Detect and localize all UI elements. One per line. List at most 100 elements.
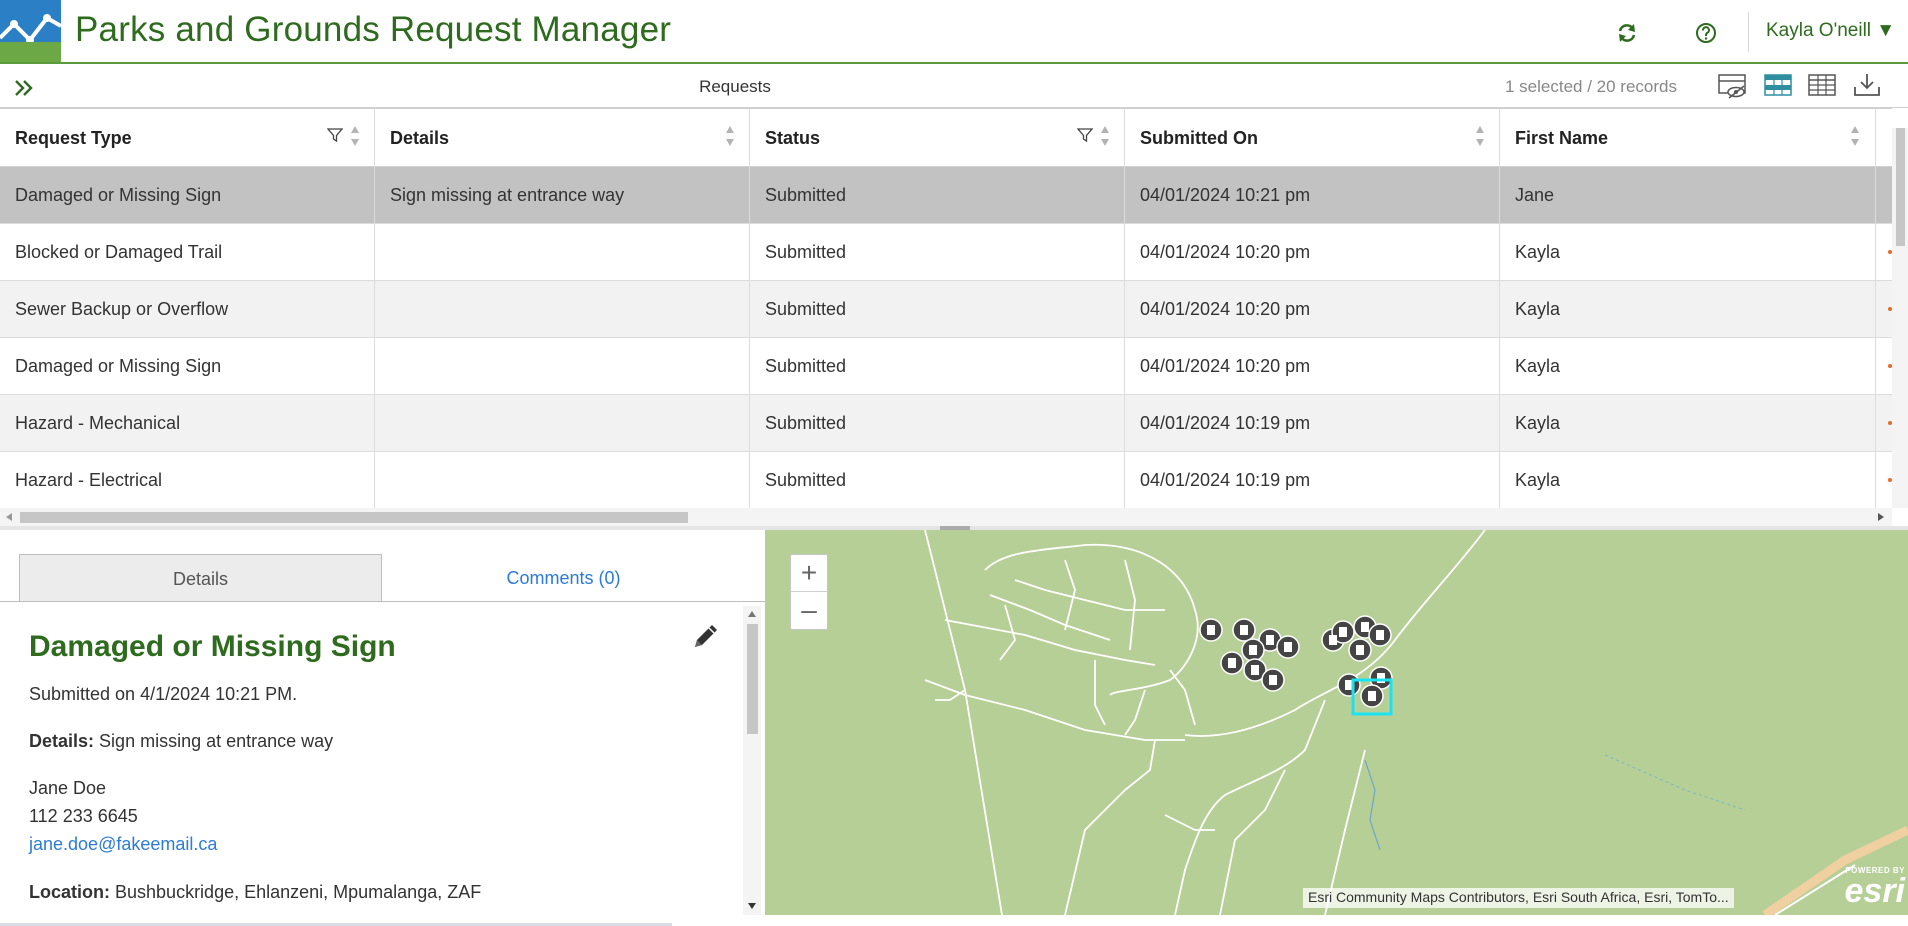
cell-submitted-on: 04/01/2024 10:19 pm (1125, 452, 1500, 508)
zoom-in-button[interactable]: + (791, 555, 827, 592)
column-label: Details (390, 128, 450, 148)
cell-first-name: Kayla (1500, 281, 1876, 338)
cell-details (375, 224, 750, 281)
cell-submitted-on: 04/01/2024 10:20 pm (1125, 281, 1500, 338)
table-toolbar: Requests 1 selected / 20 records (0, 66, 1908, 108)
show-selected-icon[interactable] (1762, 71, 1794, 99)
cell-request-type: Hazard - Electrical (0, 452, 375, 508)
app-title: Parks and Grounds Request Manager (75, 10, 672, 49)
pencil-icon[interactable] (690, 620, 722, 652)
cell-first-name: Kayla (1500, 224, 1876, 281)
cell-status: Submitted (750, 281, 1125, 338)
location-line: Location: Bushbuckridge, Ehlanzeni, Mpum… (29, 882, 481, 903)
scrollbar-thumb[interactable] (1896, 128, 1905, 246)
table-vertical-scrollbar[interactable] (1892, 128, 1908, 508)
filter-icon[interactable] (1077, 127, 1093, 143)
cell-first-name: Kayla (1500, 338, 1876, 395)
cell-request-type: Hazard - Mechanical (0, 395, 375, 452)
cell-details (375, 452, 750, 508)
help-icon[interactable] (1695, 22, 1717, 44)
refresh-icon[interactable] (1616, 22, 1638, 44)
table-row[interactable]: Hazard - Mechanical Submitted 04/01/2024… (0, 395, 1892, 452)
cell-request-type: Damaged or Missing Sign (0, 167, 375, 224)
table-row[interactable]: Damaged or Missing Sign Submitted 04/01/… (0, 338, 1892, 395)
cell-status: Submitted (750, 338, 1125, 395)
tab-divider (0, 601, 765, 602)
show-all-icon[interactable] (1806, 71, 1838, 99)
table-horizontal-scrollbar[interactable] (0, 508, 1892, 526)
table-row[interactable]: Blocked or Damaged Trail Submitted 04/01… (0, 224, 1892, 281)
column-header-first-name[interactable]: First Name (1500, 109, 1876, 167)
details-panel: Details Comments (0) Damaged or Missing … (0, 530, 765, 926)
header-separator (1748, 12, 1749, 52)
request-markers[interactable] (765, 530, 1908, 915)
column-label: First Name (1515, 128, 1609, 148)
map-attribution[interactable]: Esri Community Maps Contributors, Esri S… (1303, 888, 1734, 908)
cell-submitted-on: 04/01/2024 10:21 pm (1125, 167, 1500, 224)
app-logo-icon (0, 0, 61, 62)
table-row[interactable]: Damaged or Missing Sign Sign missing at … (0, 167, 1892, 224)
tab-details[interactable]: Details (19, 554, 382, 601)
column-label: Request Type (15, 128, 132, 148)
cell-status: Submitted (750, 224, 1125, 281)
cell-first-name: Kayla (1500, 395, 1876, 452)
cell-status: Submitted (750, 167, 1125, 224)
contact-email-link[interactable]: jane.doe@fakeemail.ca (29, 834, 217, 855)
esri-logo[interactable]: POWERED BY esri (1829, 866, 1906, 912)
table-row[interactable]: Sewer Backup or Overflow Submitted 04/01… (0, 281, 1892, 338)
download-icon[interactable] (1851, 71, 1883, 99)
scroll-up-icon[interactable] (747, 610, 757, 618)
cell-request-type: Blocked or Damaged Trail (0, 224, 375, 281)
location-label: Location: (29, 882, 110, 902)
sort-icon[interactable] (1475, 123, 1485, 149)
column-header-request-type[interactable]: Request Type (0, 109, 375, 167)
zoom-out-button[interactable]: – (791, 592, 827, 629)
cell-submitted-on: 04/01/2024 10:20 pm (1125, 224, 1500, 281)
cell-details: Sign missing at entrance way (375, 167, 750, 224)
column-header-status[interactable]: Status (750, 109, 1125, 167)
record-count: 1 selected / 20 records (1505, 77, 1677, 96)
column-header-details[interactable]: Details (375, 109, 750, 167)
request-title: Damaged or Missing Sign (29, 630, 396, 663)
cell-submitted-on: 04/01/2024 10:20 pm (1125, 338, 1500, 395)
scrollbar-thumb[interactable] (20, 512, 688, 523)
cell-submitted-on: 04/01/2024 10:19 pm (1125, 395, 1500, 452)
user-menu[interactable]: Kayla O'neill ▼ (1766, 20, 1895, 42)
scroll-left-icon[interactable] (5, 513, 13, 521)
tab-comments[interactable]: Comments (0) (382, 554, 745, 601)
sort-icon[interactable] (1850, 123, 1860, 149)
cell-request-type: Damaged or Missing Sign (0, 338, 375, 395)
map-view[interactable]: + – Esri Community Maps Contributors, Es… (765, 530, 1908, 915)
details-line: Details: Sign missing at entrance way (29, 731, 333, 752)
scrollbar-thumb[interactable] (747, 624, 758, 734)
sort-icon[interactable] (1100, 123, 1110, 149)
cell-first-name: Jane (1500, 167, 1876, 224)
details-value: Sign missing at entrance way (99, 731, 334, 751)
scroll-down-icon[interactable] (747, 902, 757, 910)
contact-name: Jane Doe (29, 778, 107, 798)
table-title: Requests (699, 77, 771, 96)
esri-logo-text: esri (1844, 872, 1906, 910)
scroll-right-icon[interactable] (1877, 513, 1885, 521)
location-value: Bushbuckridge, Ehlanzeni, Mpumalanga, ZA… (115, 882, 482, 902)
details-vertical-scrollbar[interactable] (743, 606, 761, 916)
table-row[interactable]: Hazard - Electrical Submitted 04/01/2024… (0, 452, 1892, 508)
column-header-submitted-on[interactable]: Submitted On (1125, 109, 1500, 167)
cell-status: Submitted (750, 395, 1125, 452)
zoom-control: + – (790, 554, 828, 630)
details-label: Details: (29, 731, 95, 751)
cell-request-type: Sewer Backup or Overflow (0, 281, 375, 338)
hide-columns-icon[interactable] (1717, 71, 1749, 99)
cell-status: Submitted (750, 452, 1125, 508)
chevron-down-icon: ▼ (1876, 20, 1896, 41)
sort-icon[interactable] (350, 123, 360, 149)
filter-icon[interactable] (327, 127, 343, 143)
user-name: Kayla O'neill (1766, 20, 1872, 41)
contact-phone: 112 233 6645 (29, 806, 138, 826)
column-label: Status (765, 128, 821, 148)
cell-details (375, 281, 750, 338)
sort-icon[interactable] (725, 123, 735, 149)
column-label: Submitted On (1140, 128, 1258, 148)
app-header: Parks and Grounds Request Manager Kayla … (0, 0, 1908, 64)
table-header: Request Type Details Status Submitted On… (0, 108, 1892, 167)
